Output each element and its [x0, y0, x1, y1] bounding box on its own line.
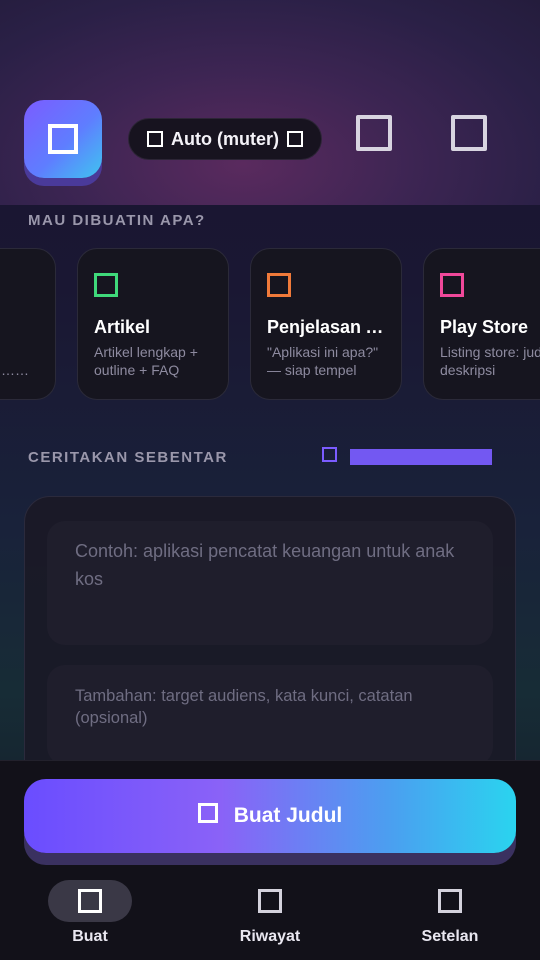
story-section-label: CERITAKAN SEBENTAR — [28, 449, 228, 466]
history-icon[interactable] — [356, 115, 392, 151]
mode-icon — [147, 131, 163, 147]
story-input-panel: Contoh: aplikasi pencatat keuangan untuk… — [24, 496, 516, 796]
play-store-icon — [440, 273, 464, 297]
tone-icon — [322, 447, 337, 462]
template-card-title: Play Store — [440, 317, 529, 337]
settings-icon — [438, 889, 462, 913]
tone-slider[interactable] — [322, 446, 494, 466]
nav-label: Setelan — [421, 928, 479, 945]
sparkle-icon — [197, 803, 218, 823]
template-card-penjelasan-aplikasi[interactable]: Penjelasan Aplikasi "Aplikasi ini apa?" … — [250, 248, 402, 400]
template-card-title: Penjelasan Aplikasi — [267, 317, 387, 337]
article-icon — [94, 273, 118, 297]
template-card-desc: Listing store: judul, deskripsi — [440, 344, 540, 378]
app-logo — [24, 100, 102, 178]
nav-item-riwayat[interactable]: Riwayat — [180, 880, 360, 960]
template-carousel[interactable]: …ngk… Artikel Artikel lengkap + outline … — [0, 248, 540, 402]
mode-toggle-icon — [286, 131, 303, 147]
template-card-title: Artikel — [94, 317, 151, 337]
mode-label: Auto (muter) — [171, 128, 279, 149]
app-logo-icon — [48, 124, 78, 154]
more-icon[interactable] — [451, 115, 487, 151]
template-card-desc: Artikel lengkap + outline + FAQ — [94, 344, 198, 378]
tone-track[interactable] — [350, 449, 492, 465]
template-card-play-store[interactable]: Play Store Listing store: judul, deskrip… — [423, 248, 540, 400]
tone-fill — [350, 449, 492, 465]
history-icon — [258, 889, 282, 913]
nav-label: Riwayat — [239, 928, 301, 945]
templates-section-label: MAU DIBUATIN APA? — [28, 212, 206, 229]
generate-title-button[interactable]: Buat Judul — [24, 779, 516, 853]
generate-title-label: Buat Judul — [233, 804, 343, 827]
nav-item-buat[interactable]: Buat — [0, 880, 180, 960]
template-card-artikel[interactable]: Artikel Artikel lengkap + outline + FAQ — [77, 248, 229, 400]
mode-selector[interactable]: Auto (muter) — [128, 118, 322, 160]
template-card-desc: …ngk… — [1, 362, 15, 378]
nav-label: Buat — [72, 928, 108, 945]
app-explainer-icon — [267, 273, 291, 297]
template-card-desc: "Aplikasi ini apa?" — siap tempel — [267, 344, 379, 378]
create-icon — [78, 889, 102, 913]
extra-notes-input[interactable]: Tambahan: target audiens, kata kunci, ca… — [47, 665, 493, 765]
nav-item-setelan[interactable]: Setelan — [360, 880, 540, 960]
description-input[interactable]: Contoh: aplikasi pencatat keuangan untuk… — [47, 521, 493, 645]
template-card-partial[interactable]: …ngk… — [0, 248, 56, 400]
